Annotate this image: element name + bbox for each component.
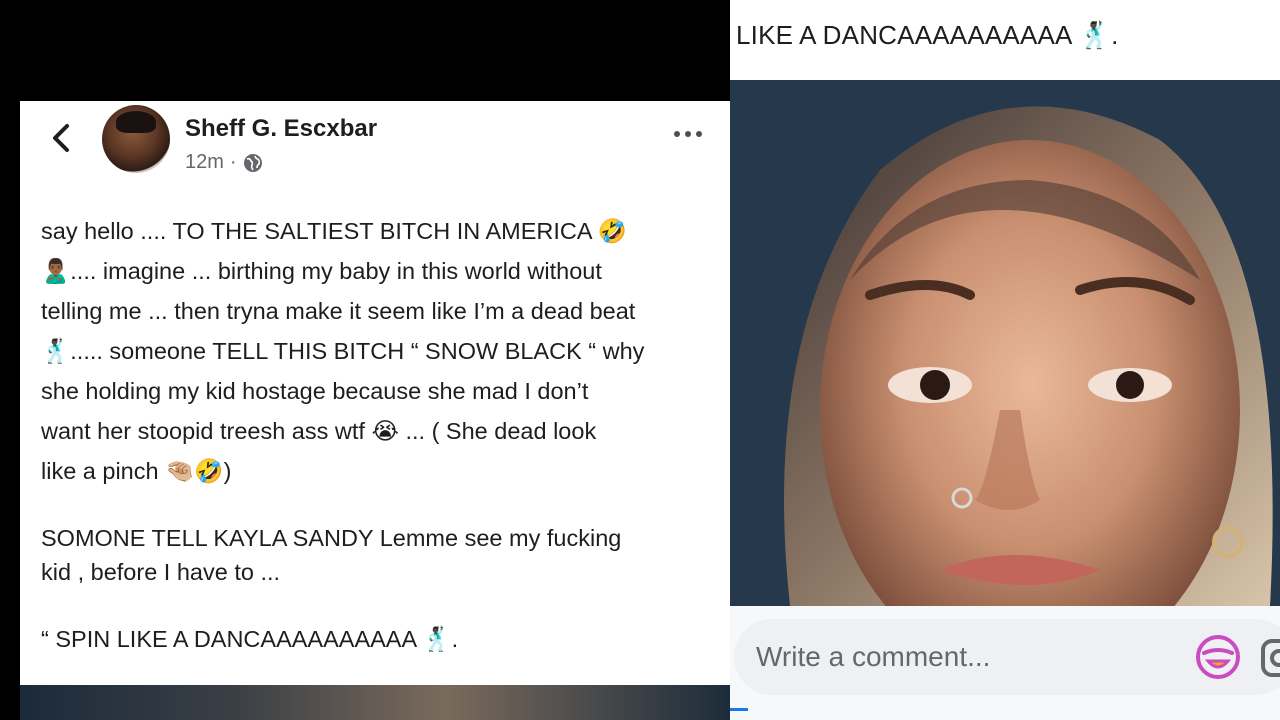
post-caption-continued: LIKE A DANCAAAAAAAAAA 🕺🏿. <box>736 20 1119 50</box>
post-line: telling me ... then tryna make it seem l… <box>41 298 636 324</box>
post-time[interactable]: 12m <box>185 151 224 174</box>
post-line: 🕺🏿..... someone TELL THIS BITCH “ SNOW B… <box>41 338 645 364</box>
chevron-left-icon[interactable] <box>48 123 78 153</box>
post-photo-preview[interactable] <box>20 685 730 720</box>
post-photo[interactable] <box>730 80 1280 606</box>
more-options-icon[interactable] <box>674 127 704 141</box>
facebook-post: Sheff G. Escxbar 12m · say hello .... TO… <box>20 101 730 685</box>
sticker-icon[interactable] <box>1194 633 1242 681</box>
active-indicator <box>730 708 748 711</box>
avatar[interactable] <box>102 105 170 173</box>
black-background <box>0 0 730 101</box>
post-line: want her stoopid treesh ass wtf 😭 ... ( … <box>41 418 597 444</box>
post-line: 🙎🏾‍♂️.... imagine ... birthing my baby i… <box>41 258 602 284</box>
post-meta: 12m · <box>185 151 263 174</box>
globe-icon <box>243 153 262 172</box>
post-line: like a pinch 🤏🏼🤣) <box>41 458 232 484</box>
meta-separator: · <box>229 151 237 173</box>
comment-bar: Write a comment... <box>730 606 1280 720</box>
post-line: she holding my kid hostage because she m… <box>41 378 589 404</box>
comment-input[interactable]: Write a comment... <box>734 619 1280 695</box>
post-line: kid , before I have to ... <box>41 559 281 585</box>
post-line: SOMONE TELL KAYLA SANDY Lemme see my fuc… <box>41 525 622 551</box>
post-body: say hello .... TO THE SALTIEST BITCH IN … <box>41 211 721 659</box>
portrait-photo <box>730 80 1280 606</box>
post-line: “ SPIN LIKE A DANCAAAAAAAAAA 🕺🏿. <box>41 626 459 652</box>
camera-icon[interactable] <box>1259 637 1280 679</box>
right-panel: LIKE A DANCAAAAAAAAAA 🕺🏿. Write a commen… <box>730 0 1280 720</box>
post-line: say hello .... TO THE SALTIEST BITCH IN … <box>41 218 628 244</box>
post-author-name[interactable]: Sheff G. Escxbar <box>185 115 377 143</box>
comment-placeholder: Write a comment... <box>756 641 991 672</box>
